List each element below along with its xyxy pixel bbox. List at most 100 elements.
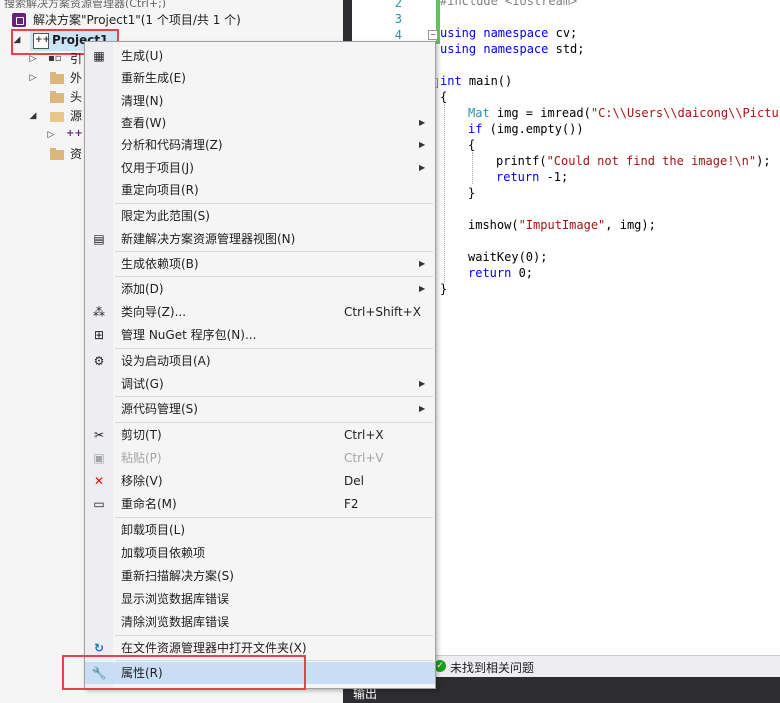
code-main: int main() (440, 74, 512, 88)
scissors-icon: ✂ (93, 428, 105, 442)
folder-open-icon (50, 112, 64, 122)
submenu-arrow-icon: ▶ (419, 404, 426, 413)
class-wizard-icon: ⁂ (93, 305, 105, 319)
menu-label: 新建解决方案资源管理器视图(N) (121, 232, 296, 246)
fold-toggle-icon[interactable]: − (428, 30, 438, 40)
menu-item-clear-db-errors[interactable]: 清除浏览数据库错误 (85, 611, 435, 633)
menu-separator (115, 517, 433, 518)
status-text: 未找到相关问题 (450, 661, 535, 675)
external-deps-icon (50, 72, 64, 84)
menu-label: 调试(G) (121, 377, 164, 391)
expand-arrow-icon[interactable]: ▷ (46, 126, 56, 144)
annotation-box-properties (62, 655, 306, 690)
new-view-icon: ▤ (93, 232, 105, 246)
line-number: 2 (394, 0, 402, 10)
menu-item-rescan[interactable]: 重新扫描解决方案(S) (85, 565, 435, 587)
collapse-arrow-icon[interactable]: ◢ (28, 107, 38, 125)
menu-label: 设为启动项目(A) (121, 354, 211, 368)
string-literal: "ImputImage" (518, 218, 606, 232)
search-hint[interactable]: 搜索解决方案资源管理器(Ctrl+;) (4, 0, 334, 8)
code-include: #include <iostream> (440, 0, 578, 8)
code-if: if (img.empty()) (468, 122, 584, 136)
menu-shortcut: Del (344, 474, 364, 488)
menu-item-scope[interactable]: 限定为此范围(S) (85, 205, 435, 227)
tree-item-label: 资 (70, 147, 83, 161)
menu-item-analyze[interactable]: 分析和代码清理(Z) ▶ (85, 134, 435, 156)
expand-arrow-icon[interactable]: ▷ (28, 50, 38, 68)
menu-item-cut[interactable]: ✂ 剪切(T) Ctrl+X (85, 424, 435, 446)
code-using-std: using namespace std; (440, 42, 585, 56)
menu-label: 查看(W) (121, 116, 167, 130)
menu-item-build-deps[interactable]: 生成依赖项(B) ▶ (85, 253, 435, 275)
tree-item-label: 源 (70, 109, 83, 123)
menu-separator (115, 396, 433, 397)
menu-separator (115, 635, 433, 636)
menu-label: 源代码管理(S) (121, 402, 198, 416)
expand-arrow-icon[interactable]: ▷ (28, 69, 38, 87)
code-text: main() (461, 74, 513, 88)
menu-item-new-view[interactable]: ▤ 新建解决方案资源管理器视图(N) (85, 228, 435, 250)
menu-item-unload[interactable]: 卸载项目(L) (85, 519, 435, 541)
menu-item-class-wizard[interactable]: ⁂ 类向导(Z)... Ctrl+Shift+X (85, 301, 435, 323)
error-status-bar: ✓ 未找到相关问题 (428, 655, 780, 678)
menu-separator (115, 203, 433, 204)
menu-shortcut: Ctrl+Shift+X (344, 305, 421, 319)
menu-separator (115, 251, 433, 252)
menu-shortcut: Ctrl+X (344, 428, 384, 442)
menu-label: 分析和代码清理(Z) (121, 138, 223, 152)
solution-node[interactable]: 解决方案"Project1"(1 个项目/共 1 个) (0, 11, 340, 29)
submenu-arrow-icon: ▶ (419, 118, 426, 127)
menu-label: 重新扫描解决方案(S) (121, 569, 234, 583)
menu-item-add[interactable]: 添加(D) ▶ (85, 278, 435, 300)
code-text: 0; (511, 266, 534, 280)
tree-item-label: 外 (70, 71, 83, 85)
tree-item-label: 引 (70, 52, 83, 66)
code-text: ); (756, 154, 771, 168)
nuget-icon: ⊞ (93, 328, 105, 342)
submenu-arrow-icon: ▶ (419, 163, 426, 172)
folder-icon (50, 91, 64, 103)
menu-item-project-only[interactable]: 仅用于项目(J) ▶ (85, 157, 435, 179)
menu-item-view[interactable]: 查看(W) ▶ (85, 112, 435, 134)
keyword: if (468, 122, 483, 136)
menu-item-set-startup[interactable]: ⚙ 设为启动项目(A) (85, 350, 435, 372)
menu-item-nuget[interactable]: ⊞ 管理 NuGet 程序包(N)... (85, 324, 435, 346)
menu-item-clean[interactable]: 清理(N) (85, 90, 435, 112)
menu-item-build[interactable]: ▦ 生成(U) (85, 45, 435, 67)
code-waitkey: waitKey(0); (468, 250, 548, 264)
menu-item-paste: ▣ 粘贴(P) Ctrl+V (85, 447, 435, 469)
menu-item-debug[interactable]: 调试(G) ▶ (85, 373, 435, 395)
solution-icon (12, 13, 26, 27)
menu-item-remove[interactable]: ✕ 移除(V) Del (85, 470, 435, 492)
menu-label: 剪切(T) (121, 428, 162, 442)
keyword: int (440, 74, 462, 88)
menu-separator (115, 276, 433, 277)
gear-icon: ⚙ (93, 354, 105, 368)
code-text: std; (548, 42, 585, 56)
menu-item-rebuild[interactable]: 重新生成(E) (85, 67, 435, 89)
menu-label: 粘贴(P) (121, 451, 162, 465)
menu-label: 添加(D) (121, 282, 164, 296)
code-using-cv: using namespace cv; (440, 26, 577, 40)
menu-item-show-db-errors[interactable]: 显示浏览数据库错误 (85, 588, 435, 610)
rename-icon: ▭ (93, 497, 105, 511)
menu-item-retarget[interactable]: 重定向项目(R) (85, 179, 435, 201)
menu-label: 生成依赖项(B) (121, 257, 199, 271)
menu-label: 加载项目依赖项 (121, 546, 206, 560)
menu-item-load-deps[interactable]: 加载项目依赖项 (85, 542, 435, 564)
keyword: using namespace (440, 42, 549, 56)
menu-label: 重新生成(E) (121, 71, 186, 85)
menu-item-source-control[interactable]: 源代码管理(S) ▶ (85, 398, 435, 420)
line-number: 3 (394, 12, 402, 26)
menu-label: 限定为此范围(S) (121, 209, 210, 223)
folder-icon (50, 148, 64, 160)
code-close-brace: } (440, 282, 448, 296)
code-imshow: imshow("ImputImage", img); (468, 218, 656, 232)
menu-label: 仅用于项目(J) (121, 161, 194, 175)
code-text: -1; (539, 170, 569, 184)
menu-item-rename[interactable]: ▭ 重命名(M) F2 (85, 493, 435, 515)
indent-guide (444, 104, 445, 282)
solution-label: 解决方案"Project1"(1 个项目/共 1 个) (33, 13, 241, 27)
submenu-arrow-icon: ▶ (419, 259, 426, 268)
submenu-arrow-icon: ▶ (419, 140, 426, 149)
